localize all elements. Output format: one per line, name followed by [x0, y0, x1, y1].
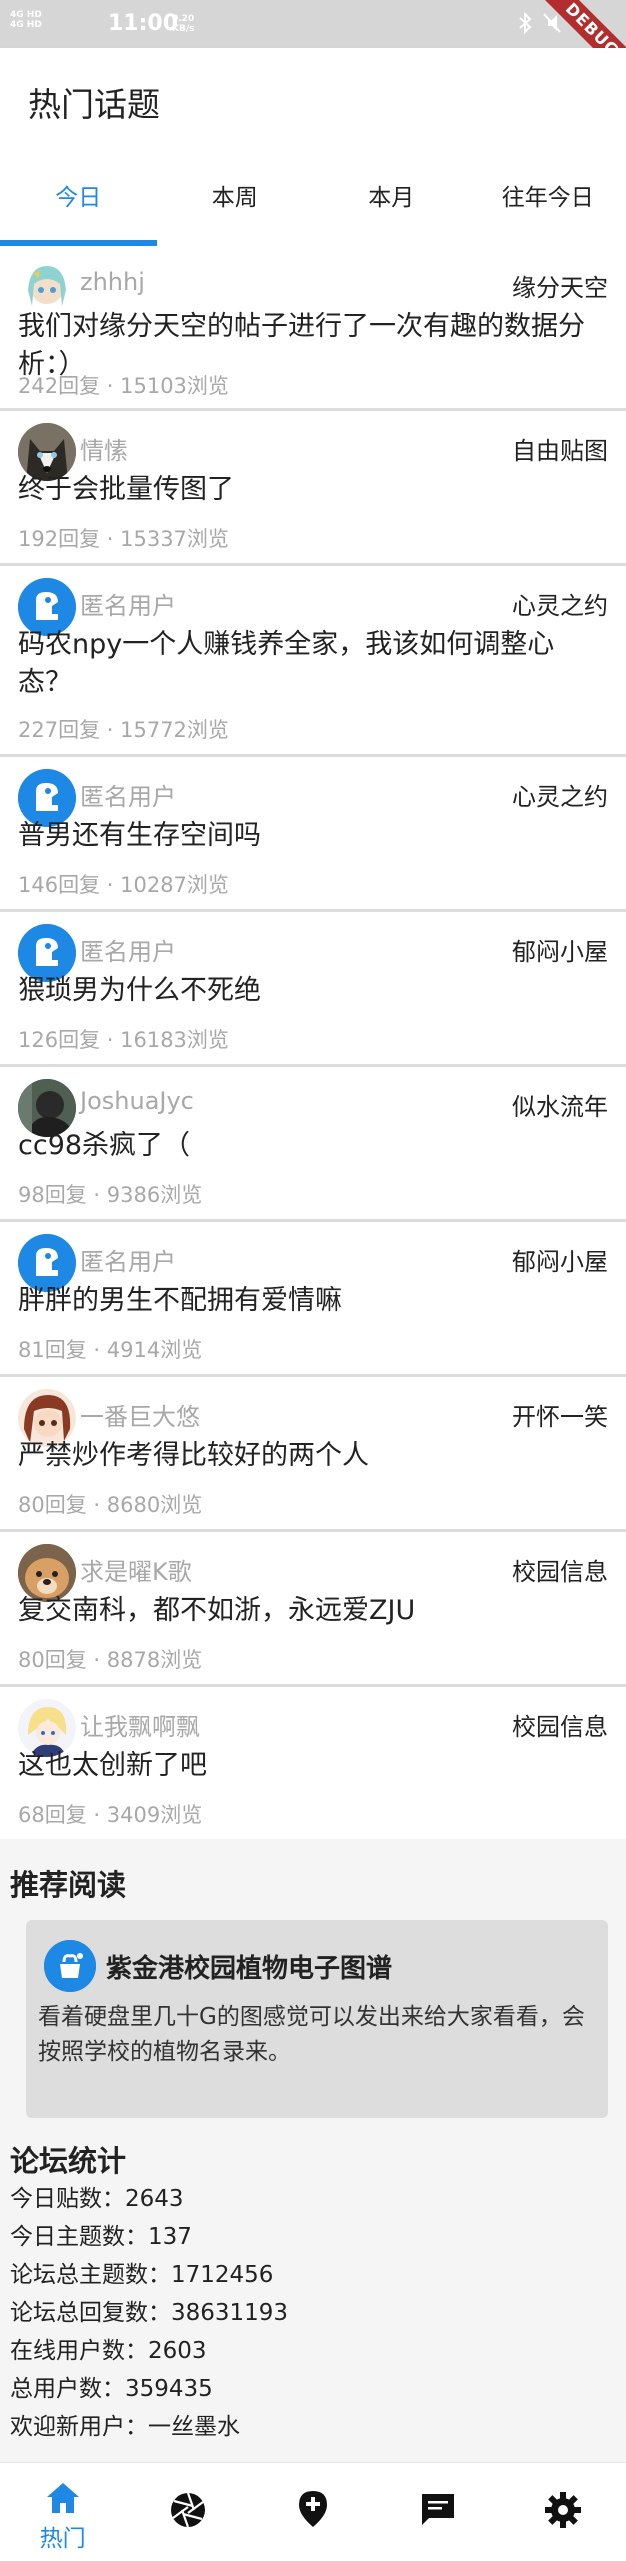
status-bar: 4G HD 4G HD 11:00 0.20 KB/s DEBUG	[0, 0, 626, 48]
topic-board[interactable]: 缘分天空	[512, 268, 608, 303]
mute-icon	[542, 12, 562, 34]
topic-meta: 80回复 · 8680浏览	[18, 1489, 202, 1519]
topic-username[interactable]: JoshuaJyc	[80, 1087, 194, 1115]
topic-title[interactable]: 猥琐男为什么不死绝	[18, 972, 608, 1010]
topic-item[interactable]: JoshuaJyc 似水流年 cc98杀疯了（ 98回复 · 9386浏览	[0, 1067, 626, 1222]
topic-meta: 80回复 · 8878浏览	[18, 1644, 202, 1674]
tab-bar: 今日 本周 本月 往年今日	[0, 160, 626, 248]
topic-title[interactable]: 码农npy一个人赚钱养全家，我该如何调整心态？	[18, 626, 608, 702]
recommended-card[interactable]: 紫金港校园植物电子图谱 看着硬盘里几十G的图感觉可以发出来给大家看看，会按照学校…	[26, 1920, 608, 2118]
topic-board[interactable]: 郁闷小屋	[512, 932, 608, 967]
topic-board[interactable]: 似水流年	[512, 1087, 608, 1122]
stat-online-users: 在线用户数：2603	[10, 2332, 610, 2370]
topic-item[interactable]: 匿名用户 心灵之约 普男还有生存空间吗 146回复 · 10287浏览	[0, 757, 626, 912]
topic-username[interactable]: 匿名用户	[80, 777, 176, 812]
nav-hot[interactable]: 热门	[0, 2463, 125, 2561]
topic-username[interactable]: 让我飘啊飘	[80, 1707, 200, 1742]
nav-settings[interactable]	[501, 2463, 626, 2561]
stats-section-title: 论坛统计	[10, 2138, 126, 2180]
topic-meta: 68回复 · 3409浏览	[18, 1799, 202, 1829]
location-add-icon	[297, 2489, 329, 2529]
topic-title[interactable]: 普男还有生存空间吗	[18, 817, 608, 855]
topic-board[interactable]: 自由贴图	[512, 431, 608, 466]
network-2-label: 4G HD	[10, 20, 42, 30]
stat-new-user: 欢迎新用户：一丝墨水	[10, 2408, 610, 2446]
topic-board[interactable]: 开怀一笑	[512, 1397, 608, 1432]
topic-username[interactable]: 匿名用户	[80, 932, 176, 967]
topic-title[interactable]: 这也太创新了吧	[18, 1747, 608, 1785]
topic-username[interactable]: 一番巨大悠	[80, 1397, 200, 1432]
nav-hot-label: 热门	[0, 2519, 125, 2553]
topic-item[interactable]: 求是曜K歌 校园信息 复交南科，都不如浙，永远爱ZJU 80回复 · 8878浏…	[0, 1532, 626, 1687]
stat-today-topics: 今日主题数：137	[10, 2218, 610, 2256]
stat-today-posts: 今日贴数：2643	[10, 2180, 610, 2218]
topic-meta: 81回复 · 4914浏览	[18, 1334, 202, 1364]
aperture-icon	[169, 2491, 207, 2529]
topic-title[interactable]: 终于会批量传图了	[18, 471, 608, 509]
topic-meta: 192回复 · 15337浏览	[18, 523, 229, 553]
topic-meta: 98回复 · 9386浏览	[18, 1179, 202, 1209]
topic-item[interactable]: 情愫 自由贴图 终于会批量传图了 192回复 · 15337浏览	[0, 411, 626, 566]
tab-week[interactable]: 本周	[157, 160, 314, 248]
topic-board[interactable]: 心灵之约	[512, 586, 608, 621]
topic-meta: 146回复 · 10287浏览	[18, 869, 229, 899]
topic-username[interactable]: 情愫	[80, 431, 128, 466]
stat-total-users: 总用户数：359435	[10, 2370, 610, 2408]
topic-meta: 227回复 · 15772浏览	[18, 714, 229, 744]
network-1-label: 4G HD	[10, 10, 42, 20]
topic-item[interactable]: 一番巨大悠 开怀一笑 严禁炒作考得比较好的两个人 80回复 · 8680浏览	[0, 1377, 626, 1532]
topic-board[interactable]: 校园信息	[512, 1552, 608, 1587]
topic-item[interactable]: 匿名用户 郁闷小屋 胖胖的男生不配拥有爱情嘛 81回复 · 4914浏览	[0, 1222, 626, 1377]
recommended-card-title[interactable]: 紫金港校园植物电子图谱	[106, 1948, 392, 1985]
speed-unit: KB/s	[172, 24, 194, 34]
topic-item[interactable]: 匿名用户 心灵之约 码农npy一个人赚钱养全家，我该如何调整心态？ 227回复 …	[0, 566, 626, 757]
tab-history-today[interactable]: 往年今日	[470, 160, 626, 248]
page-title: 热门话题	[28, 78, 160, 126]
nav-location[interactable]	[250, 2463, 375, 2561]
recommended-card-description: 看着硬盘里几十G的图感觉可以发出来给大家看看，会按照学校的植物名录来。	[38, 2000, 598, 2070]
bluetooth-icon	[518, 12, 532, 34]
topic-item[interactable]: zhhhj 缘分天空 我们对缘分天空的帖子进行了一次有趣的数据分析：） 242回…	[0, 248, 626, 411]
topic-board[interactable]: 校园信息	[512, 1707, 608, 1742]
topic-username[interactable]: 匿名用户	[80, 586, 176, 621]
topic-meta: 126回复 · 16183浏览	[18, 1024, 229, 1054]
topic-username[interactable]: zhhhj	[80, 268, 145, 296]
speed-value: 0.20	[172, 14, 194, 24]
stat-total-topics: 论坛总主题数：1712456	[10, 2256, 610, 2294]
topic-item[interactable]: 让我飘啊飘 校园信息 这也太创新了吧 68回复 · 3409浏览	[0, 1687, 626, 1839]
home-icon	[45, 2481, 81, 2515]
nav-explore[interactable]	[125, 2463, 250, 2561]
chat-icon	[419, 2491, 457, 2527]
gear-icon	[544, 2491, 582, 2529]
topic-username[interactable]: 求是曜K歌	[80, 1552, 192, 1587]
network-indicator: 4G HD 4G HD	[10, 10, 42, 30]
topic-title[interactable]: 胖胖的男生不配拥有爱情嘛	[18, 1282, 608, 1320]
recommended-section-title: 推荐阅读	[10, 1862, 126, 1904]
tab-month[interactable]: 本月	[313, 160, 470, 248]
topic-title[interactable]: 复交南科，都不如浙，永远爱ZJU	[18, 1592, 608, 1630]
bottom-navigation: 热门	[0, 2462, 626, 2561]
app-bar: 热门话题 今日 本周 本月 往年今日	[0, 48, 626, 248]
topic-username[interactable]: 匿名用户	[80, 1242, 176, 1277]
network-speed: 0.20 KB/s	[172, 14, 194, 34]
nav-messages[interactable]	[376, 2463, 501, 2561]
topic-title[interactable]: 严禁炒作考得比较好的两个人	[18, 1437, 608, 1475]
topic-meta: 242回复 · 15103浏览	[18, 370, 229, 400]
stat-total-replies: 论坛总回复数：38631193	[10, 2294, 610, 2332]
status-time: 11:00	[108, 11, 178, 36]
topic-title[interactable]: cc98杀疯了（	[18, 1127, 608, 1165]
plant-book-icon	[44, 1940, 96, 1992]
topic-board[interactable]: 心灵之约	[512, 777, 608, 812]
topic-board[interactable]: 郁闷小屋	[512, 1242, 608, 1277]
forum-stats: 今日贴数：2643 今日主题数：137 论坛总主题数：1712456 论坛总回复…	[10, 2180, 610, 2446]
topic-item[interactable]: 匿名用户 郁闷小屋 猥琐男为什么不死绝 126回复 · 16183浏览	[0, 912, 626, 1067]
tab-today[interactable]: 今日	[0, 160, 157, 248]
